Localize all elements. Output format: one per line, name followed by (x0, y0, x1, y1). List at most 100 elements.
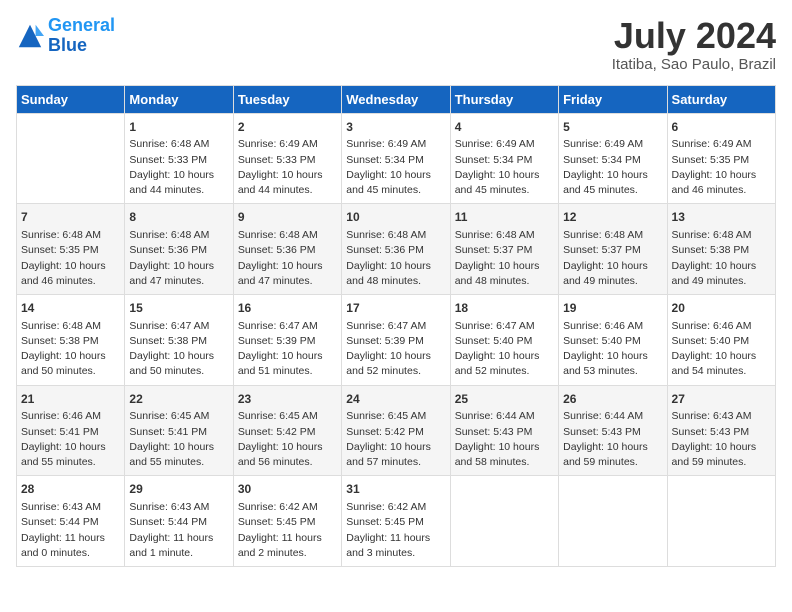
calendar-cell: 12Sunrise: 6:48 AM Sunset: 5:37 PM Dayli… (559, 204, 667, 295)
day-number: 20 (672, 300, 771, 317)
day-header-tuesday: Tuesday (233, 85, 341, 113)
day-number: 24 (346, 391, 445, 408)
page-header: General Blue July 2024 Itatiba, Sao Paul… (16, 16, 776, 73)
day-number: 3 (346, 119, 445, 136)
calendar-cell: 24Sunrise: 6:45 AM Sunset: 5:42 PM Dayli… (342, 385, 450, 476)
day-info: Sunrise: 6:44 AM Sunset: 5:43 PM Dayligh… (455, 409, 554, 470)
day-number: 27 (672, 391, 771, 408)
logo-line1: General (48, 15, 115, 35)
day-number: 31 (346, 481, 445, 498)
day-number: 18 (455, 300, 554, 317)
day-info: Sunrise: 6:44 AM Sunset: 5:43 PM Dayligh… (563, 409, 662, 470)
day-info: Sunrise: 6:46 AM Sunset: 5:40 PM Dayligh… (672, 319, 771, 380)
day-number: 6 (672, 119, 771, 136)
day-info: Sunrise: 6:43 AM Sunset: 5:44 PM Dayligh… (129, 500, 228, 561)
day-info: Sunrise: 6:48 AM Sunset: 5:38 PM Dayligh… (21, 319, 120, 380)
logo-icon (16, 22, 44, 50)
calendar-cell: 22Sunrise: 6:45 AM Sunset: 5:41 PM Dayli… (125, 385, 233, 476)
day-info: Sunrise: 6:46 AM Sunset: 5:41 PM Dayligh… (21, 409, 120, 470)
calendar-cell: 18 Sunrise: 6:47 AM Sunset: 5:40 PM Dayli… (450, 294, 558, 385)
day-info: Sunrise: 6:48 AM Sunset: 5:37 PM Dayligh… (563, 228, 662, 289)
calendar-cell: 15 Sunrise: 6:47 AM Sunset: 5:38 PM Dayli… (125, 294, 233, 385)
calendar-cell: 8 Sunrise: 6:48 AM Sunset: 5:36 PM Daylig… (125, 204, 233, 295)
day-number: 7 (21, 209, 120, 226)
calendar-cell: 4Sunrise: 6:49 AM Sunset: 5:34 PM Daylig… (450, 113, 558, 204)
day-info: Sunrise: 6:43 AM Sunset: 5:43 PM Dayligh… (672, 409, 771, 470)
calendar-body: 1Sunrise: 6:48 AM Sunset: 5:33 PM Daylig… (17, 113, 776, 566)
day-header-friday: Friday (559, 85, 667, 113)
day-info: Sunrise: 6:49 AM Sunset: 5:33 PM Dayligh… (238, 137, 337, 198)
calendar-week-row: 28 Sunrise: 6:43 AM Sunset: 5:44 PM Dayli… (17, 476, 776, 567)
calendar-cell (667, 476, 775, 567)
calendar-cell: 7 Sunrise: 6:48 AM Sunset: 5:35 PM Daylig… (17, 204, 125, 295)
day-number: 17 (346, 300, 445, 317)
day-info: Sunrise: 6:47 AM Sunset: 5:39 PM Dayligh… (346, 319, 445, 380)
calendar-week-row: 14Sunrise: 6:48 AM Sunset: 5:38 PM Dayli… (17, 294, 776, 385)
day-header-sunday: Sunday (17, 85, 125, 113)
day-info: Sunrise: 6:48 AM Sunset: 5:36 PM Dayligh… (346, 228, 445, 289)
day-number: 21 (21, 391, 120, 408)
calendar-cell: 28Sunrise: 6:43 AM Sunset: 5:44 PM Dayli… (17, 476, 125, 567)
day-header-thursday: Thursday (450, 85, 558, 113)
calendar-cell: 20 Sunrise: 6:46 AM Sunset: 5:40 PM Dayli… (667, 294, 775, 385)
calendar-cell: 19Sunrise: 6:46 AM Sunset: 5:40 PM Dayli… (559, 294, 667, 385)
day-header-monday: Monday (125, 85, 233, 113)
day-number: 8 (129, 209, 228, 226)
day-number: 16 (238, 300, 337, 317)
day-info: Sunrise: 6:42 AM Sunset: 5:45 PM Dayligh… (238, 500, 337, 561)
calendar-cell: 2Sunrise: 6:49 AM Sunset: 5:33 PM Daylig… (233, 113, 341, 204)
day-number: 25 (455, 391, 554, 408)
day-info: Sunrise: 6:49 AM Sunset: 5:34 PM Dayligh… (563, 137, 662, 198)
day-info: Sunrise: 6:49 AM Sunset: 5:35 PM Dayligh… (672, 137, 771, 198)
calendar-cell: 23Sunrise: 6:45 AM Sunset: 5:42 PM Dayli… (233, 385, 341, 476)
title-block: July 2024 Itatiba, Sao Paulo, Brazil (612, 16, 776, 73)
day-info: Sunrise: 6:47 AM Sunset: 5:38 PM Dayligh… (129, 319, 228, 380)
calendar-cell: 30Sunrise: 6:42 AM Sunset: 5:45 PM Dayli… (233, 476, 341, 567)
day-number: 26 (563, 391, 662, 408)
day-info: Sunrise: 6:45 AM Sunset: 5:41 PM Dayligh… (129, 409, 228, 470)
calendar-cell: 21Sunrise: 6:46 AM Sunset: 5:41 PM Dayli… (17, 385, 125, 476)
day-info: Sunrise: 6:48 AM Sunset: 5:38 PM Dayligh… (672, 228, 771, 289)
day-number: 4 (455, 119, 554, 136)
calendar-header-row: SundayMondayTuesdayWednesdayThursdayFrid… (17, 85, 776, 113)
calendar-cell: 27Sunrise: 6:43 AM Sunset: 5:43 PM Dayli… (667, 385, 775, 476)
day-info: Sunrise: 6:49 AM Sunset: 5:34 PM Dayligh… (346, 137, 445, 198)
calendar-cell: 11 Sunrise: 6:48 AM Sunset: 5:37 PM Dayli… (450, 204, 558, 295)
day-number: 10 (346, 209, 445, 226)
day-number: 2 (238, 119, 337, 136)
day-number: 22 (129, 391, 228, 408)
calendar-cell: 14Sunrise: 6:48 AM Sunset: 5:38 PM Dayli… (17, 294, 125, 385)
day-number: 13 (672, 209, 771, 226)
day-info: Sunrise: 6:48 AM Sunset: 5:36 PM Dayligh… (238, 228, 337, 289)
day-info: Sunrise: 6:47 AM Sunset: 5:40 PM Dayligh… (455, 319, 554, 380)
day-number: 15 (129, 300, 228, 317)
day-info: Sunrise: 6:48 AM Sunset: 5:35 PM Dayligh… (21, 228, 120, 289)
day-number: 11 (455, 209, 554, 226)
day-info: Sunrise: 6:45 AM Sunset: 5:42 PM Dayligh… (346, 409, 445, 470)
day-info: Sunrise: 6:49 AM Sunset: 5:34 PM Dayligh… (455, 137, 554, 198)
day-header-saturday: Saturday (667, 85, 775, 113)
calendar-cell (450, 476, 558, 567)
calendar-cell: 13 Sunrise: 6:48 AM Sunset: 5:38 PM Dayli… (667, 204, 775, 295)
calendar-cell: 16 Sunrise: 6:47 AM Sunset: 5:39 PM Dayli… (233, 294, 341, 385)
calendar-cell: 31 Sunrise: 6:42 AM Sunset: 5:45 PM Dayli… (342, 476, 450, 567)
day-info: Sunrise: 6:48 AM Sunset: 5:37 PM Dayligh… (455, 228, 554, 289)
day-info: Sunrise: 6:47 AM Sunset: 5:39 PM Dayligh… (238, 319, 337, 380)
day-info: Sunrise: 6:48 AM Sunset: 5:36 PM Dayligh… (129, 228, 228, 289)
logo-line2: Blue (48, 35, 87, 55)
day-info: Sunrise: 6:42 AM Sunset: 5:45 PM Dayligh… (346, 500, 445, 561)
subtitle: Itatiba, Sao Paulo, Brazil (612, 56, 776, 73)
day-number: 5 (563, 119, 662, 136)
logo-text: General Blue (48, 16, 115, 56)
calendar-cell: 10 Sunrise: 6:48 AM Sunset: 5:36 PM Dayli… (342, 204, 450, 295)
calendar-cell: 5Sunrise: 6:49 AM Sunset: 5:34 PM Daylig… (559, 113, 667, 204)
day-number: 28 (21, 481, 120, 498)
day-number: 19 (563, 300, 662, 317)
day-info: Sunrise: 6:45 AM Sunset: 5:42 PM Dayligh… (238, 409, 337, 470)
calendar-table: SundayMondayTuesdayWednesdayThursdayFrid… (16, 85, 776, 567)
day-number: 29 (129, 481, 228, 498)
calendar-cell (559, 476, 667, 567)
calendar-cell: 3Sunrise: 6:49 AM Sunset: 5:34 PM Daylig… (342, 113, 450, 204)
calendar-cell: 6Sunrise: 6:49 AM Sunset: 5:35 PM Daylig… (667, 113, 775, 204)
day-info: Sunrise: 6:48 AM Sunset: 5:33 PM Dayligh… (129, 137, 228, 198)
